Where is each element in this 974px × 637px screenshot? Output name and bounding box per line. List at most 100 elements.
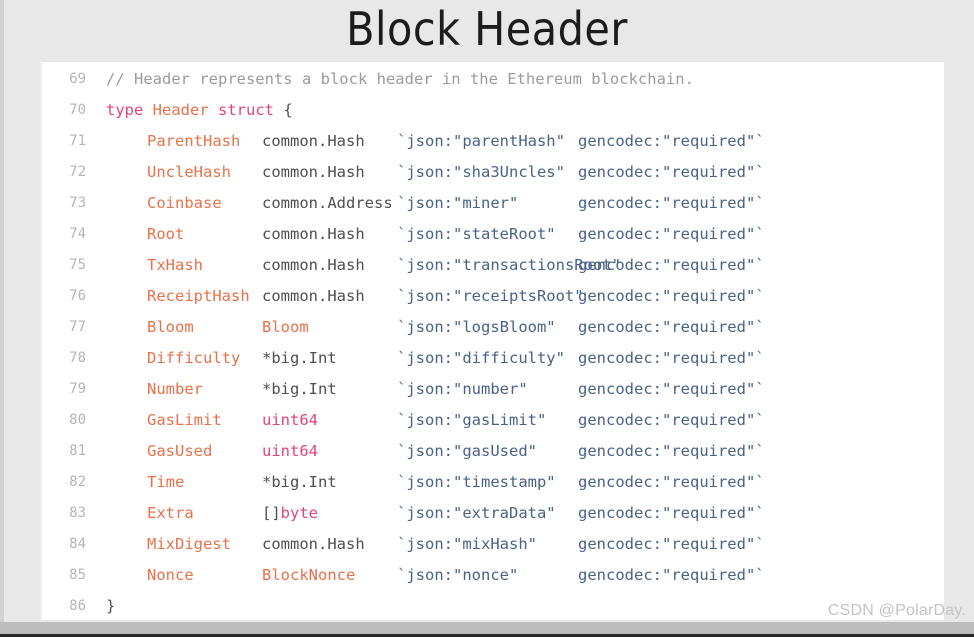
- struct-field-name: ReceiptHash: [147, 287, 250, 305]
- struct-tag-json: `json:"number": [397, 380, 528, 398]
- struct-field-name: GasUsed: [147, 442, 213, 460]
- code-line-content: type Header struct {: [106, 95, 293, 126]
- struct-tag-gencodec: gencodec:"required"`: [578, 380, 765, 398]
- line-number: 74: [69, 226, 86, 242]
- struct-field-type: *big.Int: [262, 473, 337, 491]
- struct-field-type: common.Hash: [262, 163, 365, 181]
- line-number: 86: [69, 598, 86, 614]
- line-number: 70: [69, 102, 86, 118]
- code-line-content: Bloom Bloom `json:"logsBloom" gencodec:"req…: [106, 312, 765, 343]
- struct-field-name: Number: [147, 380, 203, 398]
- code-line: 70 type Header struct {: [40, 95, 944, 126]
- struct-tag-json: `json:"transactionsRoot": [397, 256, 621, 274]
- struct-tag-gencodec: gencodec:"required"`: [578, 411, 765, 429]
- line-number: 71: [69, 133, 86, 149]
- struct-tag-json: `json:"parentHash": [397, 132, 565, 150]
- struct-field-type: common.Hash: [262, 225, 365, 243]
- struct-tag-gencodec: gencodec:"required"`: [578, 504, 765, 522]
- code-line: 83 Extra []byte `json:"extraData" gencodec:"…: [40, 498, 944, 529]
- struct-tag-gencodec: gencodec:"required"`: [578, 287, 765, 305]
- code-line-content: ReceiptHash common.Hash `json:"receiptsRoo…: [106, 281, 765, 312]
- code-line: 71 ParentHash common.Hash `json:"parentHash…: [40, 126, 944, 157]
- code-line-content: Root common.Hash `json:"stateRoot" gencodec…: [106, 219, 765, 250]
- code-line-content: TxHash common.Hash `json:"transactionsRoot…: [106, 250, 765, 281]
- struct-field-name: Time: [147, 473, 185, 491]
- struct-field-name: ParentHash: [147, 132, 241, 150]
- code-line: 86}: [40, 591, 944, 620]
- code-line-content: Nonce BlockNonce `json:"nonce" gencodec:"re…: [106, 560, 765, 591]
- code-line: 81 GasUsed uint64 `json:"gasUsed" gencodec:"…: [40, 436, 944, 467]
- struct-tag-json: `json:"gasLimit": [397, 411, 547, 429]
- struct-tag-json: `json:"miner": [397, 194, 519, 212]
- code-line-content: Extra []byte `json:"extraData" gencodec:"re…: [106, 498, 765, 529]
- struct-tag-gencodec: gencodec:"required"`: [578, 163, 765, 181]
- code-block-panel: 69 // Header represents a block header in…: [40, 62, 944, 620]
- struct-field-name: Bloom: [147, 318, 194, 336]
- struct-field-type: BlockNonce: [262, 566, 356, 584]
- code-line: 84 MixDigest common.Hash `json:"mixHash" gen…: [40, 529, 944, 560]
- struct-tag-json: `json:"timestamp": [397, 473, 556, 491]
- struct-tag-gencodec: gencodec:"required"`: [578, 473, 765, 491]
- code-line: 80 GasLimit uint64 `json:"gasLimit" gencodec…: [40, 405, 944, 436]
- code-line-content: ParentHash common.Hash `json:"parentHash" g…: [106, 126, 765, 157]
- code-line: 72 UncleHash common.Hash `json:"sha3Uncles"…: [40, 157, 944, 188]
- keyword-type: type: [106, 101, 144, 119]
- struct-field-type: common.Hash: [262, 132, 365, 150]
- code-line-content: // Header represents a block header in t…: [106, 64, 694, 95]
- code-line: 77 Bloom Bloom `json:"logsBloom" gencodec:"r…: [40, 312, 944, 343]
- line-number: 84: [69, 536, 86, 552]
- struct-field-type: common.Hash: [262, 287, 365, 305]
- code-line: 79 Number *big.Int `json:"number" gencodec:"…: [40, 374, 944, 405]
- code-line-content: }: [106, 591, 115, 620]
- code-line-content: MixDigest common.Hash `json:"mixHash" genco…: [106, 529, 765, 560]
- struct-field-type: []byte: [262, 504, 318, 522]
- code-line-content: Coinbase common.Address `json:"miner" genco…: [106, 188, 765, 219]
- code-line: 76 ReceiptHash common.Hash `json:"receiptsR…: [40, 281, 944, 312]
- code-line: 69 // Header represents a block header in…: [40, 64, 944, 95]
- struct-tag-gencodec: gencodec:"required"`: [578, 225, 765, 243]
- page-title: Block Header: [346, 2, 628, 56]
- struct-tag-gencodec: gencodec:"required"`: [578, 256, 765, 274]
- code-line: 75 TxHash common.Hash `json:"transactionsRo…: [40, 250, 944, 281]
- code-comment: // Header represents a block header in t…: [106, 70, 694, 88]
- code-line: 82 Time *big.Int `json:"timestamp" gencodec:…: [40, 467, 944, 498]
- line-number: 85: [69, 567, 86, 583]
- struct-tag-gencodec: gencodec:"required"`: [578, 318, 765, 336]
- line-number: 83: [69, 505, 86, 521]
- open-brace: {: [283, 101, 293, 119]
- watermark-label: CSDN @PolarDay.: [827, 602, 966, 619]
- line-number: 80: [69, 412, 86, 428]
- struct-field-type: *big.Int: [262, 380, 337, 398]
- struct-field-type: Bloom: [262, 318, 309, 336]
- keyword-struct: struct: [218, 101, 275, 119]
- line-number: 81: [69, 443, 86, 459]
- struct-tag-json: `json:"logsBloom": [397, 318, 556, 336]
- struct-field-name: Difficulty: [147, 349, 241, 367]
- code-line: 85 Nonce BlockNonce `json:"nonce" gencodec:"…: [40, 560, 944, 591]
- struct-field-name: UncleHash: [147, 163, 231, 181]
- line-number: 75: [69, 257, 86, 273]
- struct-field-type: common.Hash: [262, 535, 365, 553]
- code-lines-container: 69 // Header represents a block header in…: [40, 64, 944, 620]
- struct-tag-json: `json:"receiptsRoot": [397, 287, 584, 305]
- struct-field-name: MixDigest: [147, 535, 231, 553]
- left-edge-strip: [0, 0, 4, 637]
- struct-field-name: Extra: [147, 504, 194, 522]
- struct-field-name: TxHash: [147, 256, 203, 274]
- code-line-content: Difficulty *big.Int `json:"difficulty" genc…: [106, 343, 765, 374]
- struct-tag-gencodec: gencodec:"required"`: [578, 442, 765, 460]
- struct-field-name: GasLimit: [147, 411, 222, 429]
- line-number: 76: [69, 288, 86, 304]
- struct-tag-json: `json:"sha3Uncles": [397, 163, 565, 181]
- line-number: 79: [69, 381, 86, 397]
- code-line-content: Time *big.Int `json:"timestamp" gencodec:"r…: [106, 467, 765, 498]
- struct-tag-json: `json:"gasUsed": [397, 442, 537, 460]
- struct-field-type: uint64: [262, 411, 318, 429]
- code-line-content: Number *big.Int `json:"number" gencodec:"re…: [106, 374, 765, 405]
- struct-tag-json: `json:"mixHash": [397, 535, 537, 553]
- struct-field-name: Coinbase: [147, 194, 222, 212]
- code-line-content: GasLimit uint64 `json:"gasLimit" gencodec:"…: [106, 405, 765, 436]
- code-line: 78 Difficulty *big.Int `json:"difficulty" ge…: [40, 343, 944, 374]
- line-number: 72: [69, 164, 86, 180]
- struct-tag-json: `json:"nonce": [397, 566, 519, 584]
